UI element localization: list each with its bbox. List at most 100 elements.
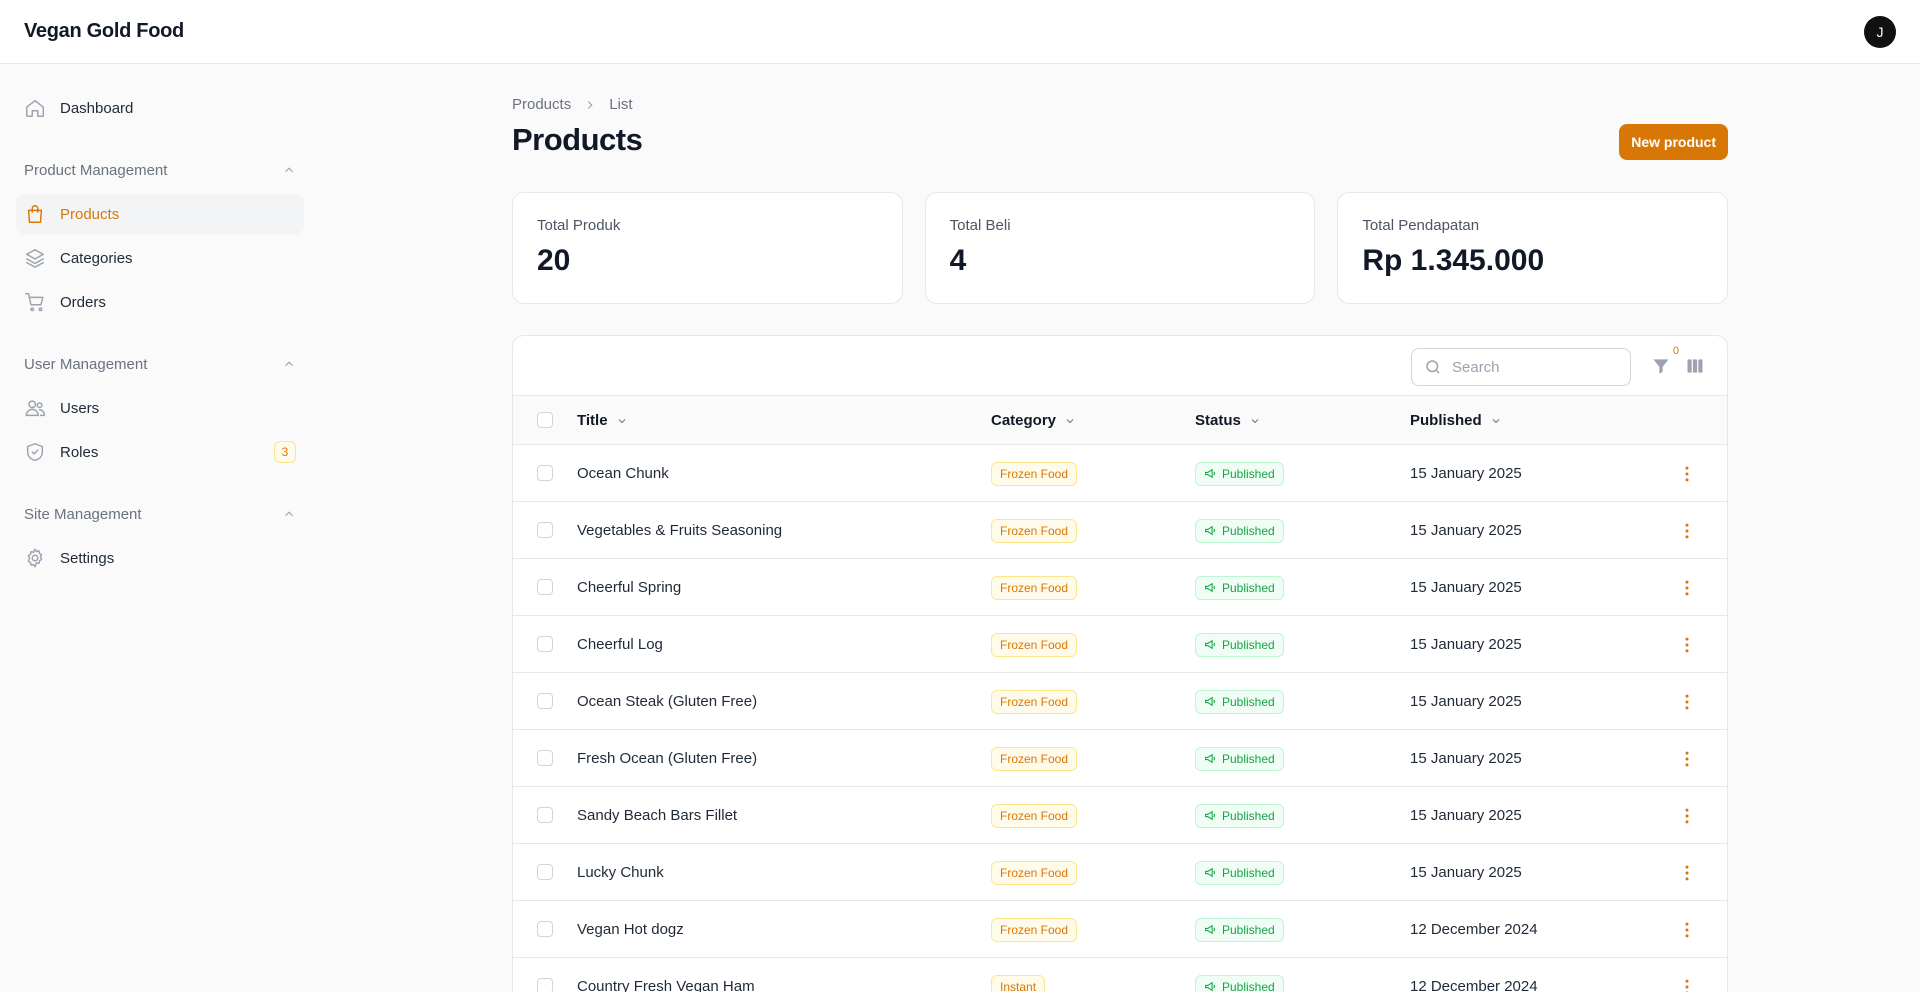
row-title[interactable]: Cheerful Log [577, 616, 663, 673]
row-category-cell: Frozen Food [991, 502, 1078, 559]
status-badge: Published [1195, 803, 1284, 828]
shopping-bag-icon [24, 203, 46, 225]
table-row[interactable]: Cheerful Spring Frozen Food Published 15… [513, 559, 1727, 616]
sidebar-item-label: Categories [60, 249, 133, 267]
status-label: Published [1222, 466, 1275, 481]
category-badge: Frozen Food [991, 518, 1078, 543]
table-row[interactable]: Fresh Ocean (Gluten Free) Frozen Food Pu… [513, 730, 1727, 787]
row-checkbox[interactable] [537, 636, 553, 652]
row-title[interactable]: Sandy Beach Bars Fillet [577, 787, 737, 844]
sidebar: Dashboard Product Management Products Ca… [0, 64, 320, 992]
category-badge: Frozen Food [991, 575, 1078, 600]
sidebar-group-label: Site Management [24, 505, 142, 523]
row-checkbox[interactable] [537, 921, 553, 937]
row-title[interactable]: Country Fresh Vegan Ham [577, 958, 755, 992]
sidebar-group-header[interactable]: User Management [16, 344, 304, 384]
search-input[interactable] [1452, 358, 1618, 376]
more-vertical-icon[interactable] [1677, 464, 1697, 484]
column-header-published[interactable]: Published [1410, 396, 1502, 445]
column-header-category[interactable]: Category [991, 396, 1076, 445]
top-bar: Vegan Gold Food J [0, 0, 1920, 64]
row-checkbox[interactable] [537, 807, 553, 823]
stat-card-total-pendapatan: Total Pendapatan Rp 1.345.000 [1337, 192, 1729, 304]
category-badge: Frozen Food [991, 689, 1078, 714]
column-header-status[interactable]: Status [1195, 396, 1261, 445]
table-row[interactable]: Cheerful Log Frozen Food Published 15 Ja… [513, 616, 1727, 673]
stat-value: 4 [949, 244, 967, 277]
status-badge: Published [1195, 974, 1284, 992]
more-vertical-icon[interactable] [1677, 521, 1697, 541]
row-checkbox[interactable] [537, 978, 553, 992]
more-vertical-icon[interactable] [1677, 578, 1697, 598]
row-status-cell: Published [1195, 673, 1284, 730]
row-checkbox[interactable] [537, 693, 553, 709]
column-header-title[interactable]: Title [577, 396, 628, 445]
filter-icon[interactable] [1651, 356, 1671, 376]
table-row[interactable]: Vegetables & Fruits Seasoning Frozen Foo… [513, 502, 1727, 559]
search-box [1411, 348, 1631, 386]
sidebar-item-categories[interactable]: Categories [16, 238, 304, 278]
more-vertical-icon[interactable] [1677, 692, 1697, 712]
row-title[interactable]: Vegetables & Fruits Seasoning [577, 502, 782, 559]
table-row[interactable]: Ocean Chunk Frozen Food Published 15 Jan… [513, 445, 1727, 502]
status-label: Published [1222, 808, 1275, 823]
more-vertical-icon[interactable] [1677, 749, 1697, 769]
chevron-up-icon [285, 167, 293, 173]
row-published-date: 15 January 2025 [1410, 522, 1522, 539]
sidebar-item-users[interactable]: Users [16, 388, 304, 428]
row-title[interactable]: Ocean Steak (Gluten Free) [577, 673, 757, 730]
sidebar-item-label: Roles [60, 443, 99, 461]
row-category-cell: Frozen Food [991, 673, 1078, 730]
more-vertical-icon[interactable] [1677, 806, 1697, 826]
table-row[interactable]: Vegan Hot dogz Frozen Food Published 12 … [513, 901, 1727, 958]
app-title[interactable]: Vegan Gold Food [24, 20, 184, 43]
row-checkbox[interactable] [537, 522, 553, 538]
sidebar-group-header[interactable]: Product Management [16, 150, 304, 190]
row-checkbox[interactable] [537, 465, 553, 481]
row-category-cell: Frozen Food [991, 730, 1078, 787]
row-title[interactable]: Vegan Hot dogz [577, 901, 684, 958]
sidebar-item-settings[interactable]: Settings [16, 538, 304, 578]
sidebar-item-orders[interactable]: Orders [16, 282, 304, 322]
status-badge: Published [1195, 518, 1284, 543]
row-checkbox[interactable] [537, 750, 553, 766]
row-status-cell: Published [1195, 730, 1284, 787]
sidebar-item-products[interactable]: Products [16, 194, 304, 234]
row-title[interactable]: Lucky Chunk [577, 844, 664, 901]
user-avatar[interactable]: J [1864, 15, 1896, 48]
stat-card-total-beli: Total Beli 4 [924, 192, 1316, 304]
category-badge: Instant [991, 974, 1046, 992]
more-vertical-icon[interactable] [1677, 977, 1697, 992]
table-row[interactable]: Sandy Beach Bars Fillet Frozen Food Publ… [513, 787, 1727, 844]
chevron-down-icon [1492, 418, 1500, 423]
new-product-button[interactable]: New product [1619, 124, 1728, 160]
row-checkbox[interactable] [537, 864, 553, 880]
row-checkbox[interactable] [537, 579, 553, 595]
row-published-date: 15 January 2025 [1410, 465, 1522, 482]
row-status-cell: Published [1195, 901, 1284, 958]
table-header: Title Category Status Published [513, 396, 1727, 445]
sidebar-item-roles[interactable]: Roles 3 [16, 432, 304, 472]
table-row[interactable]: Country Fresh Vegan Ham Instant Publishe… [513, 958, 1727, 992]
chevron-up-icon [285, 511, 293, 517]
columns-icon[interactable] [1685, 356, 1705, 376]
row-published-date: 15 January 2025 [1410, 693, 1522, 710]
table-row[interactable]: Lucky Chunk Frozen Food Published 15 Jan… [513, 844, 1727, 901]
megaphone-icon [1205, 639, 1216, 650]
more-vertical-icon[interactable] [1677, 635, 1697, 655]
more-vertical-icon[interactable] [1677, 920, 1697, 940]
sidebar-item-dashboard[interactable]: Dashboard [16, 88, 304, 128]
chevron-up-icon [285, 361, 293, 367]
row-title[interactable]: Fresh Ocean (Gluten Free) [577, 730, 757, 787]
row-published-date: 15 January 2025 [1410, 864, 1522, 881]
table-row[interactable]: Ocean Steak (Gluten Free) Frozen Food Pu… [513, 673, 1727, 730]
more-vertical-icon[interactable] [1677, 863, 1697, 883]
row-title[interactable]: Ocean Chunk [577, 445, 669, 502]
row-title[interactable]: Cheerful Spring [577, 559, 681, 616]
page-title: Products [512, 122, 643, 157]
sidebar-group-header[interactable]: Site Management [16, 494, 304, 534]
row-category-cell: Instant [991, 958, 1046, 992]
select-all-checkbox[interactable] [537, 412, 553, 428]
row-status-cell: Published [1195, 958, 1284, 992]
breadcrumb-item-products[interactable]: Products [512, 96, 571, 113]
